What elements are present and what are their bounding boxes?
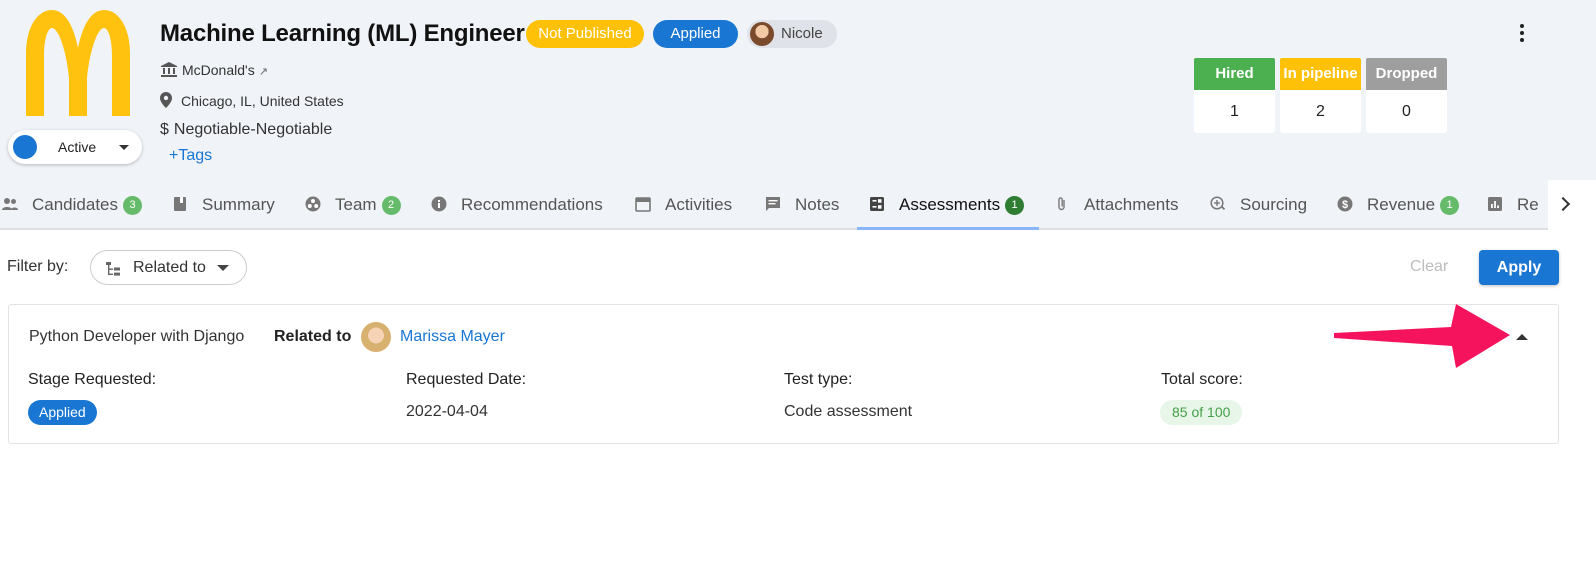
tab-activities[interactable]: Activities xyxy=(635,180,732,230)
add-tags-link[interactable]: +Tags xyxy=(169,147,212,165)
tab-label: Recommendations xyxy=(461,195,603,214)
caret-down-icon xyxy=(119,145,129,150)
tab-label: Revenue xyxy=(1367,195,1436,214)
tab-reports[interactable]: Re xyxy=(1487,180,1539,230)
caret-down-icon xyxy=(217,265,229,271)
owner-name: Nicole xyxy=(781,25,823,42)
stat-hired-label: Hired xyxy=(1194,58,1275,90)
test-type-value: Code assessment xyxy=(784,403,913,420)
candidate-name-link[interactable]: Marissa Mayer xyxy=(400,328,505,346)
external-link-icon[interactable]: ↗ xyxy=(259,66,268,78)
tab-label: Summary xyxy=(202,195,275,214)
related-to-label: Related to xyxy=(274,328,352,345)
stat-pipeline-label: In pipeline xyxy=(1280,58,1361,90)
bar-chart-icon xyxy=(1488,197,1502,211)
tab-candidates[interactable]: Candidates 3 xyxy=(2,180,143,230)
tab-count-badge: 3 xyxy=(123,196,143,215)
sourcing-icon xyxy=(1210,196,1226,210)
comment-icon xyxy=(766,197,780,211)
filter-select-value: Related to xyxy=(133,259,206,276)
tab-label: Notes xyxy=(795,195,840,214)
company-logo xyxy=(26,10,130,116)
location-text: Chicago, IL, United States xyxy=(181,93,344,109)
salary-row: $ Negotiable-Negotiable xyxy=(160,121,332,139)
stage-badge[interactable]: Applied xyxy=(653,20,738,48)
more-options-icon[interactable] xyxy=(1512,22,1532,46)
tab-team[interactable]: Team 2 xyxy=(305,180,401,230)
collapse-caret-icon[interactable] xyxy=(1516,334,1528,340)
stat-pipeline[interactable]: In pipeline 2 xyxy=(1280,58,1361,133)
dollar-icon: $ xyxy=(160,121,169,138)
tab-count-badge: 2 xyxy=(381,196,401,215)
assessment-card: Python Developer with Django Related to … xyxy=(8,304,1559,444)
job-tabs: Candidates 3 Summary Team 2 Recommendation… xyxy=(0,180,1596,230)
location-row: Chicago, IL, United States xyxy=(160,92,344,109)
tab-recommendations[interactable]: Recommendations xyxy=(431,180,603,230)
tab-notes[interactable]: Notes xyxy=(765,180,839,230)
requested-date-value: 2022-04-04 xyxy=(406,403,488,420)
paperclip-icon xyxy=(1058,197,1065,211)
company-link[interactable]: McDonald's xyxy=(182,62,255,78)
svg-text:$: $ xyxy=(1342,199,1348,211)
tabs-scroll-right-button[interactable] xyxy=(1548,180,1596,230)
owner-chip[interactable]: Nicole xyxy=(747,20,837,48)
status-dot-icon xyxy=(13,135,37,159)
total-score-label: Total score: xyxy=(1161,371,1243,388)
job-title: Machine Learning (ML) Engineer xyxy=(160,20,525,47)
candidate-avatar[interactable] xyxy=(361,322,391,352)
apply-button[interactable]: Apply xyxy=(1479,250,1559,285)
stat-dropped-label: Dropped xyxy=(1366,58,1447,90)
tab-label: Activities xyxy=(665,195,733,214)
location-pin-icon xyxy=(160,92,172,108)
tab-attachments[interactable]: Attachments xyxy=(1054,180,1179,230)
stat-hired[interactable]: Hired 1 xyxy=(1194,58,1275,133)
tab-summary[interactable]: Summary xyxy=(172,180,275,230)
company-row: McDonald's ↗ xyxy=(160,62,268,78)
tab-label: Sourcing xyxy=(1240,195,1308,214)
book-icon xyxy=(174,197,186,211)
test-type-label: Test type: xyxy=(784,371,853,388)
owner-avatar xyxy=(750,22,774,46)
dollar-circle-icon: $ xyxy=(1337,196,1353,212)
tab-revenue[interactable]: $ Revenue 1 xyxy=(1337,180,1460,230)
filter-related-select[interactable]: Related to xyxy=(90,250,247,285)
tab-label: Candidates xyxy=(32,195,119,214)
job-status-label: Active xyxy=(58,139,97,155)
building-icon xyxy=(161,62,177,77)
assessment-icon xyxy=(870,197,884,211)
publish-status-badge[interactable]: Not Published xyxy=(526,20,644,48)
tab-count-badge: 1 xyxy=(1440,196,1460,215)
requested-date-label: Requested Date: xyxy=(406,371,527,388)
tab-label: Re xyxy=(1517,195,1539,214)
team-icon xyxy=(305,196,321,212)
hierarchy-icon xyxy=(106,262,120,276)
total-score-badge: 85 of 100 xyxy=(1160,400,1243,425)
stage-requested-label: Stage Requested: xyxy=(28,371,157,388)
info-icon xyxy=(431,196,447,212)
stat-dropped-value: 0 xyxy=(1402,103,1411,120)
stage-requested-badge: Applied xyxy=(28,400,97,425)
tab-sourcing[interactable]: Sourcing xyxy=(1210,180,1307,230)
chevron-right-icon xyxy=(1555,196,1571,212)
clear-button[interactable]: Clear xyxy=(1410,258,1448,276)
calendar-icon xyxy=(635,197,651,212)
filter-label: Filter by: xyxy=(7,258,69,275)
stat-pipeline-value: 2 xyxy=(1316,103,1325,120)
tab-label: Attachments xyxy=(1084,195,1179,214)
tab-assessments[interactable]: Assessments 1 xyxy=(869,180,1025,230)
assessment-title: Python Developer with Django xyxy=(29,328,245,345)
active-tab-indicator xyxy=(857,227,1039,230)
job-status-select[interactable]: Active xyxy=(8,130,142,164)
tab-label: Assessments xyxy=(899,195,1001,214)
salary-text: Negotiable-Negotiable xyxy=(173,121,333,138)
stat-hired-value: 1 xyxy=(1230,103,1239,120)
tab-label: Team xyxy=(335,195,377,214)
stat-dropped[interactable]: Dropped 0 xyxy=(1366,58,1447,133)
annotation-arrow xyxy=(1334,304,1510,368)
people-icon xyxy=(2,198,18,210)
tab-count-badge: 1 xyxy=(1005,196,1025,215)
